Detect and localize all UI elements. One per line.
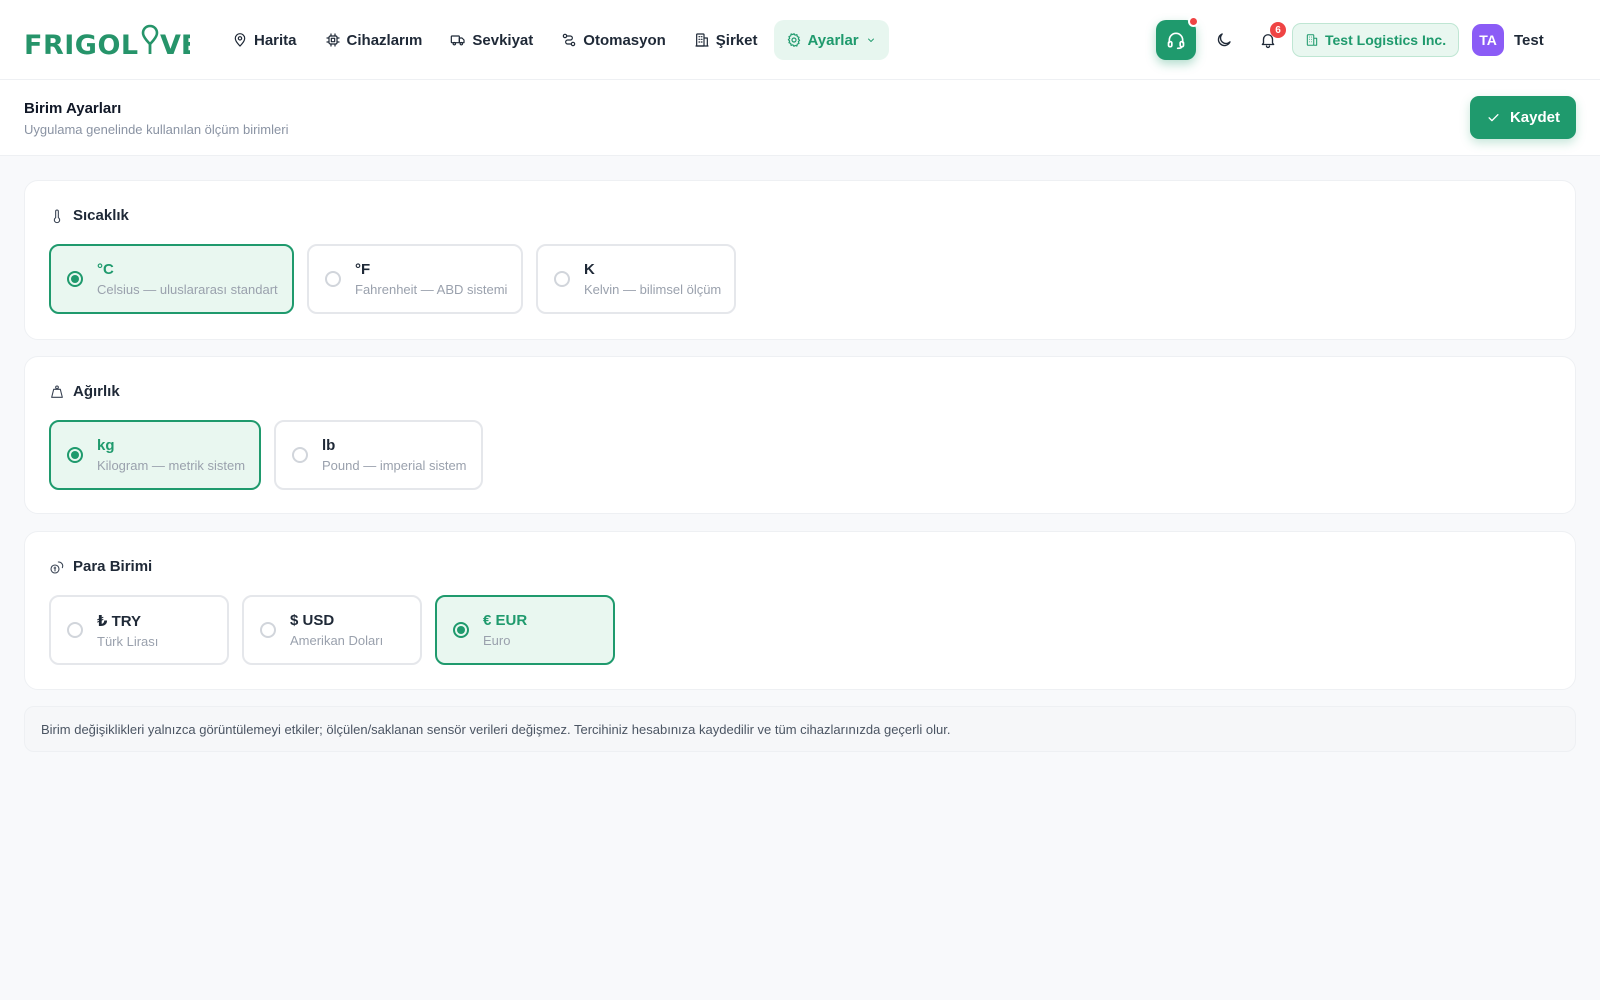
- temperature-card: Sıcaklık °C Celsius — uluslararası stand…: [24, 180, 1576, 340]
- user-menu[interactable]: TA Test: [1472, 24, 1544, 56]
- radio-button[interactable]: [453, 622, 469, 638]
- truck-icon: [451, 35, 465, 46]
- radio-button[interactable]: [260, 622, 276, 638]
- page-header: Birim Ayarları Uygulama genelinde kullan…: [0, 80, 1600, 156]
- notifications-button[interactable]: 6: [1256, 22, 1286, 52]
- save-button-label: Kaydet: [1509, 109, 1560, 126]
- thermometer-icon: [53, 209, 61, 223]
- nav-item-ayarlar[interactable]: Ayarlar: [773, 20, 889, 60]
- option-description: Kelvin — bilimsel ölçüm: [584, 282, 722, 297]
- save-button[interactable]: Kaydet: [1469, 96, 1576, 139]
- main-nav: Harita Cihazlarım Sevkiyat Otomasyon Şir…: [220, 20, 889, 60]
- nav-item-label: Sevkiyat: [472, 31, 534, 49]
- option-kelvin[interactable]: K Kelvin — bilimsel ölçüm: [536, 244, 736, 314]
- weight-icon: [51, 384, 63, 398]
- radio-button[interactable]: [67, 622, 83, 638]
- option-description: Fahrenheit — ABD sistemi: [355, 282, 508, 297]
- nav-item-harita[interactable]: Harita: [220, 20, 309, 60]
- theme-toggle-button[interactable]: [1212, 28, 1236, 52]
- nav-item-label: Otomasyon: [583, 31, 666, 49]
- company-selector[interactable]: Test Logistics Inc.: [1292, 23, 1460, 57]
- brand-logo[interactable]: FRIGOL VE FRIGOLIVE: [24, 22, 190, 58]
- option-eur[interactable]: € EUR Euro: [435, 595, 615, 665]
- nav-item-cihazlarim[interactable]: Cihazlarım: [313, 20, 435, 60]
- radio-button[interactable]: [67, 447, 83, 463]
- coins-icon: [50, 560, 64, 574]
- section-title-text: Ağırlık: [73, 383, 120, 400]
- option-pound[interactable]: lb Pound — imperial sistem: [274, 420, 483, 490]
- support-button[interactable]: [1156, 16, 1199, 60]
- option-label: € EUR: [483, 612, 528, 629]
- weight-options: kg Kilogram — metrik sistem lb Pound — i…: [49, 420, 483, 490]
- nav-item-label: Cihazlarım: [346, 31, 423, 49]
- option-kilogram[interactable]: kg Kilogram — metrik sistem: [49, 420, 261, 490]
- option-label: °F: [355, 261, 371, 278]
- user-name: Test: [1514, 31, 1544, 49]
- nav-item-label: Şirket: [715, 31, 758, 49]
- option-label: ₺ TRY: [97, 612, 142, 630]
- radio-button[interactable]: [325, 271, 341, 287]
- route-icon: [563, 33, 576, 47]
- option-label: $ USD: [290, 612, 335, 629]
- svg-text:FRIGOL: FRIGOL: [24, 30, 139, 58]
- option-usd[interactable]: $ USD Amerikan Doları: [242, 595, 422, 665]
- gear-icon: [787, 33, 800, 47]
- moon-icon: [1217, 33, 1231, 47]
- option-label: K: [584, 261, 595, 278]
- option-description: Türk Lirası: [97, 633, 159, 649]
- top-navigation-bar: FRIGOL VE FRIGOLIVE Harita Cihazlarım Se…: [0, 0, 1600, 80]
- option-fahrenheit[interactable]: °F Fahrenheit — ABD sistemi: [307, 244, 523, 314]
- weight-card: Ağırlık kg Kilogram — metrik sistem lb P…: [24, 356, 1576, 514]
- support-status-dot: [1188, 16, 1199, 27]
- company-name: Test Logistics Inc.: [1325, 32, 1447, 48]
- nav-item-label: Harita: [254, 31, 297, 49]
- option-label: °C: [97, 261, 114, 278]
- nav-item-label: Ayarlar: [807, 31, 859, 49]
- logo-mark: FRIGOL VE: [24, 24, 190, 58]
- page-subtitle: Uygulama genelinde kullanılan ölçüm biri…: [24, 122, 289, 137]
- option-label: kg: [97, 437, 115, 454]
- option-description: Kilogram — metrik sistem: [97, 458, 246, 473]
- nav-item-otomasyon[interactable]: Otomasyon: [549, 20, 678, 60]
- currency-options: ₺ TRY Türk Lirası $ USD Amerikan Doları …: [49, 595, 615, 665]
- avatar: TA: [1472, 24, 1504, 56]
- check-icon: [1488, 114, 1499, 122]
- cpu-icon: [325, 33, 340, 47]
- building-icon: [695, 33, 709, 47]
- radio-button[interactable]: [67, 271, 83, 287]
- radio-button[interactable]: [292, 447, 308, 463]
- page-title: Birim Ayarları: [24, 100, 122, 117]
- option-description: Pound — imperial sistem: [322, 458, 467, 473]
- nav-item-sirket[interactable]: Şirket: [682, 20, 770, 60]
- chevron-down-icon: [867, 38, 874, 42]
- option-celsius[interactable]: °C Celsius — uluslararası standart: [49, 244, 294, 314]
- currency-card: Para Birimi ₺ TRY Türk Lirası $ USD Amer…: [24, 531, 1576, 690]
- section-title: Ağırlık: [49, 383, 120, 400]
- radio-button[interactable]: [554, 271, 570, 287]
- option-try[interactable]: ₺ TRY Türk Lirası: [49, 595, 229, 665]
- headset-icon: [1167, 32, 1185, 50]
- temperature-options: °C Celsius — uluslararası standart °F Fa…: [49, 244, 736, 314]
- map-pin-icon: [234, 33, 246, 47]
- building-icon: [1306, 34, 1318, 46]
- section-title-text: Sıcaklık: [73, 207, 129, 224]
- section-title: Para Birimi: [49, 558, 152, 575]
- section-title-text: Para Birimi: [73, 558, 153, 575]
- section-title: Sıcaklık: [49, 207, 129, 224]
- info-note: Birim değişiklikleri yalnızca görüntülem…: [24, 706, 1576, 752]
- header-tools: 6 Test Logistics Inc. TA Test: [1140, 16, 1600, 60]
- svg-text:VE: VE: [160, 30, 190, 58]
- option-description: Amerikan Doları: [290, 633, 384, 648]
- option-description: Euro: [483, 633, 511, 648]
- notification-count-badge: 6: [1270, 22, 1286, 38]
- option-description: Celsius — uluslararası standart: [97, 282, 278, 297]
- nav-item-sevkiyat[interactable]: Sevkiyat: [438, 20, 545, 60]
- option-label: lb: [322, 437, 336, 454]
